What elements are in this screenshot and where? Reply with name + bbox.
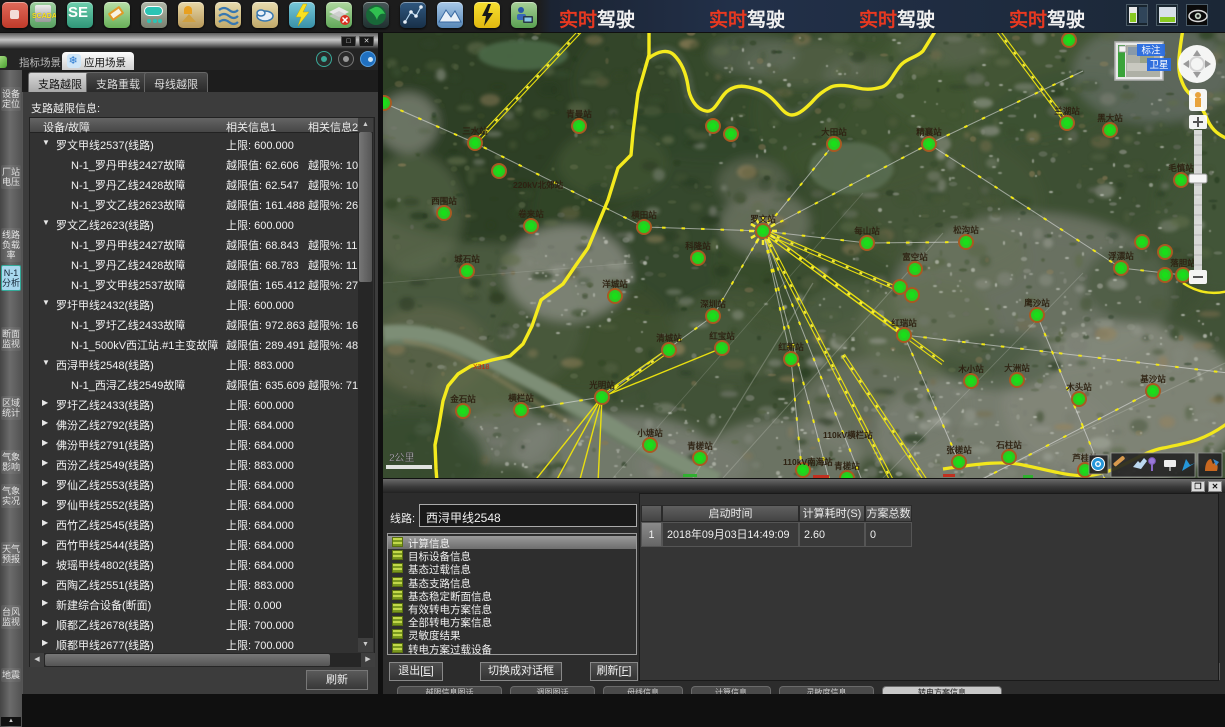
svg-text:红瑞站: 红瑞站 (891, 318, 917, 328)
svg-text:光明站: 光明站 (588, 380, 615, 390)
svg-text:红新站: 红新站 (778, 342, 804, 352)
svg-text:220kV北郊站: 220kV北郊站 (513, 180, 564, 190)
svg-text:红宝站: 红宝站 (709, 331, 735, 341)
svg-text:横田站: 横田站 (630, 210, 657, 220)
svg-text:横栏站: 横栏站 (507, 393, 534, 403)
svg-text:石柱站: 石柱站 (995, 440, 1022, 450)
svg-text:每山站: 每山站 (854, 226, 880, 236)
svg-text:大洲站: 大洲站 (1004, 363, 1030, 373)
svg-text:青槎站: 青槎站 (687, 441, 713, 451)
svg-text:木小站: 木小站 (957, 364, 984, 374)
svg-text:2公里: 2公里 (389, 452, 415, 464)
svg-text:木头站: 木头站 (1065, 382, 1092, 392)
svg-text:张槎站: 张槎站 (946, 445, 972, 455)
svg-text:洋城站: 洋城站 (602, 279, 628, 289)
svg-text:基沙站: 基沙站 (1139, 374, 1166, 384)
svg-text:清城站: 清城站 (656, 333, 682, 343)
svg-text:青曼站: 青曼站 (566, 109, 592, 119)
svg-text:110kV南海站: 110kV南海站 (783, 457, 833, 467)
svg-text:标注: 标注 (1141, 45, 1161, 57)
svg-text:黑大站: 黑大站 (1097, 113, 1123, 123)
svg-text:三水站: 三水站 (462, 126, 488, 136)
svg-text:松沟站: 松沟站 (953, 225, 979, 235)
svg-text:卫星: 卫星 (1149, 60, 1168, 71)
svg-text:小塘站: 小塘站 (636, 428, 663, 438)
svg-text:精襄站: 精襄站 (916, 127, 942, 137)
svg-text:科隆站: 科隆站 (685, 241, 711, 251)
svg-text:鹰沙站: 鹰沙站 (1024, 298, 1050, 308)
svg-text:X318: X318 (473, 364, 489, 371)
svg-text:富空站: 富空站 (902, 252, 928, 262)
svg-text:110kV横栏站: 110kV横栏站 (823, 430, 873, 440)
svg-text:西围站: 西围站 (431, 196, 457, 206)
svg-text:青槎站: 青槎站 (834, 461, 860, 471)
svg-text:卷来站: 卷来站 (517, 209, 544, 219)
svg-text:落胆站: 落胆站 (1170, 258, 1196, 268)
svg-text:兰湖站: 兰湖站 (1054, 106, 1080, 116)
svg-text:大田站: 大田站 (821, 127, 847, 137)
svg-text:城石站: 城石站 (454, 254, 480, 264)
svg-text:金石站: 金石站 (449, 394, 476, 404)
svg-text:深圳站: 深圳站 (700, 299, 726, 309)
svg-text:浮漂站: 浮漂站 (1108, 251, 1134, 261)
svg-text:罗文站: 罗文站 (750, 214, 776, 224)
svg-text:毛慎站: 毛慎站 (1168, 163, 1194, 173)
